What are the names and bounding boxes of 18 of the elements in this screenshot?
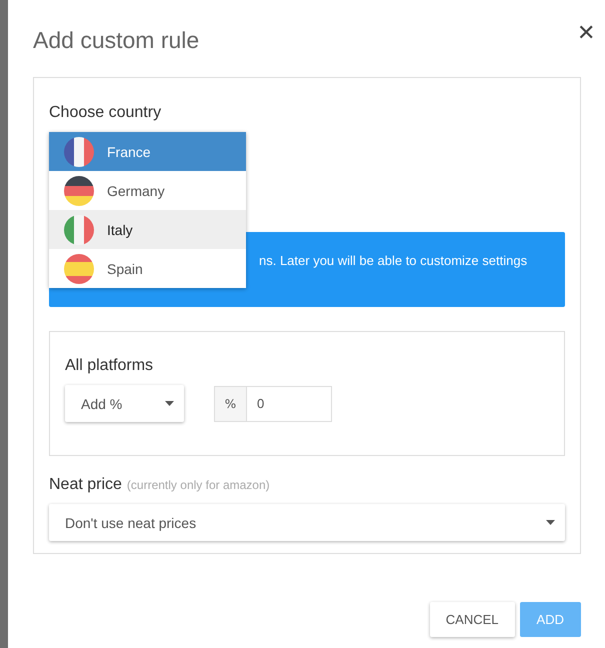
mode-select[interactable]: Add %	[65, 385, 184, 422]
country-option[interactable]: Italy	[49, 210, 246, 249]
country-option[interactable]: France	[49, 132, 246, 171]
cancel-button[interactable]: CANCEL	[430, 602, 515, 637]
section-title: All platforms	[65, 357, 154, 375]
field-label: Choose country	[49, 104, 162, 122]
close-button[interactable]: ✕	[577, 20, 595, 46]
country-option[interactable]: Spain	[49, 249, 246, 288]
percent-addon: %	[214, 386, 247, 422]
percent-input[interactable]: 0	[247, 386, 332, 422]
info-text: ns. Later you will be able to customize settings	[259, 253, 528, 268]
field-label: Neat price	[49, 476, 122, 494]
dialog-title: Add custom rule	[33, 27, 200, 54]
caret-icon	[546, 520, 555, 525]
country-option[interactable]: Germany	[49, 171, 246, 210]
caret-icon	[165, 401, 174, 406]
neat-price-select[interactable]: Don't use neat prices	[49, 504, 565, 541]
field-hint: (currently only for amazon)	[126, 478, 270, 492]
